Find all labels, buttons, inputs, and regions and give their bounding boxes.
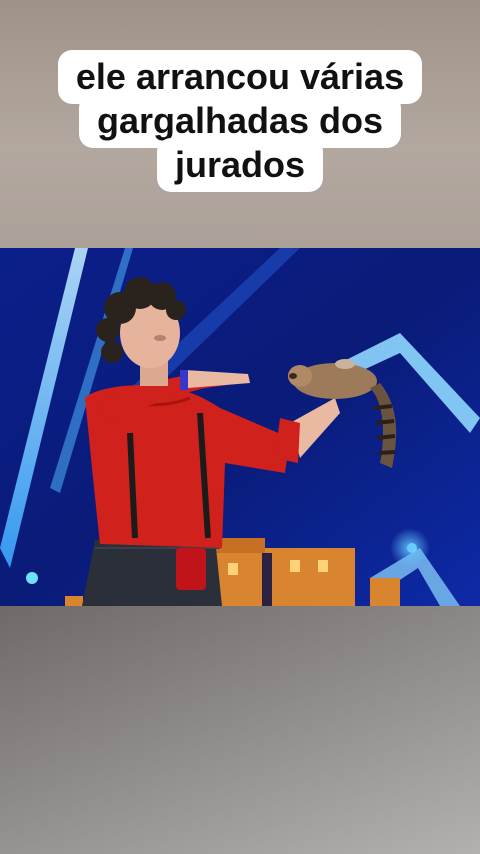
- stage-light-dot: [26, 572, 38, 584]
- caption: ele arrancou várias gargalhadas dos jura…: [0, 50, 480, 192]
- bottom-blurred-band: [0, 606, 480, 854]
- video-frame[interactable]: [0, 248, 480, 606]
- caption-line-3: jurados: [156, 138, 324, 192]
- stage-glow: [390, 528, 430, 568]
- stage-scene: [0, 248, 480, 606]
